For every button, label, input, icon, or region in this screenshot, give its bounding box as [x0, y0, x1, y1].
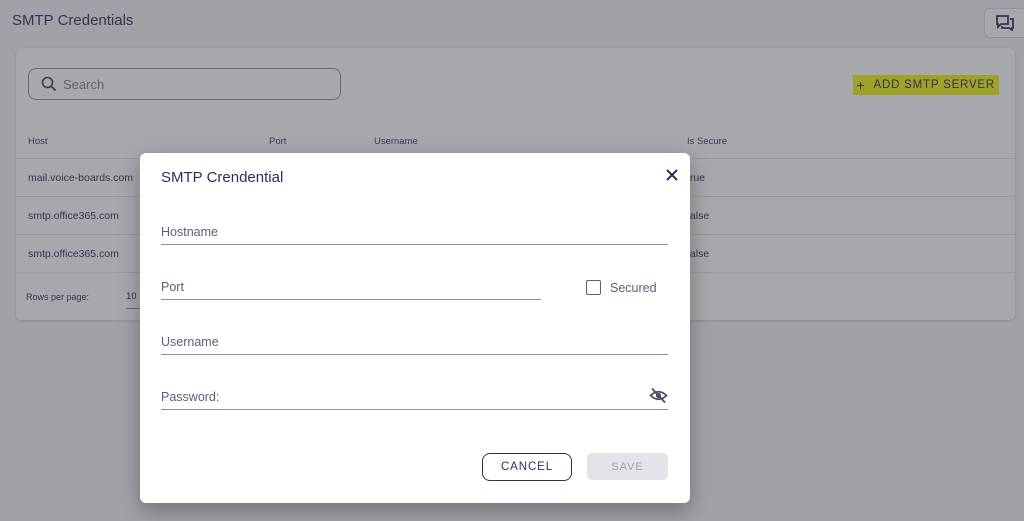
checkbox-box[interactable]: [586, 280, 601, 295]
smtp-credential-dialog: SMTP Crendential Hostname Port Secured U…: [140, 153, 690, 503]
username-field[interactable]: Username: [161, 327, 668, 355]
password-field[interactable]: Password:: [161, 382, 668, 410]
username-label: Username: [161, 335, 219, 349]
cancel-button[interactable]: CANCEL: [482, 453, 572, 481]
secured-checkbox[interactable]: Secured: [586, 280, 657, 295]
hostname-label: Hostname: [161, 225, 218, 239]
save-button[interactable]: SAVE: [587, 453, 668, 480]
hostname-field[interactable]: Hostname: [161, 217, 668, 245]
secured-label: Secured: [610, 280, 657, 295]
password-label: Password:: [161, 390, 220, 404]
eye-off-icon[interactable]: [649, 387, 668, 404]
port-field[interactable]: Port: [161, 272, 541, 300]
dialog-title: SMTP Crendential: [161, 169, 284, 186]
port-label: Port: [161, 280, 184, 294]
close-icon[interactable]: [664, 167, 680, 183]
